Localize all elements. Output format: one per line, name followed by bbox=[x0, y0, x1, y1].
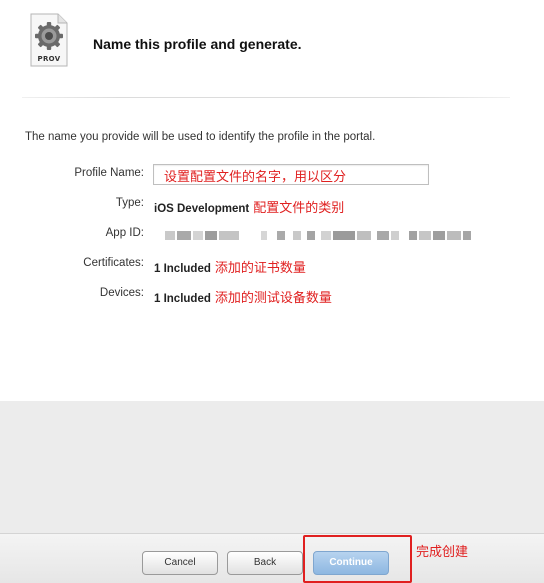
profile-generate-page: PROV Name this profile and generate. The… bbox=[0, 0, 544, 583]
cancel-button[interactable]: Cancel bbox=[142, 551, 218, 575]
devices-value-wrap: 1 Included 添加的测试设备数量 bbox=[154, 287, 332, 306]
profile-name-input[interactable]: 设置配置文件的名字，用以区分 bbox=[153, 164, 429, 185]
intro-text: The name you provide will be used to ide… bbox=[25, 131, 376, 143]
provisioning-profile-icon: PROV bbox=[30, 13, 68, 67]
header-divider bbox=[22, 97, 510, 98]
app-id-masked-value bbox=[165, 231, 475, 240]
profile-name-row: Profile Name: 设置配置文件的名字，用以区分 bbox=[0, 164, 544, 186]
app-id-row: App ID: bbox=[0, 224, 544, 246]
continue-highlight-box bbox=[303, 535, 412, 583]
type-value-wrap: iOS Development 配置文件的类别 bbox=[154, 197, 344, 216]
type-label: Type: bbox=[115, 197, 144, 209]
certificates-annotation: 添加的证书数量 bbox=[214, 261, 306, 276]
devices-label: Devices: bbox=[99, 287, 144, 299]
certificates-label: Certificates: bbox=[83, 257, 144, 269]
profile-name-input-value: 设置配置文件的名字，用以区分 bbox=[164, 170, 347, 185]
certificates-value-wrap: 1 Included 添加的证书数量 bbox=[154, 257, 306, 276]
prov-icon-label: PROV bbox=[37, 55, 61, 63]
page-header: PROV Name this profile and generate. bbox=[0, 0, 544, 98]
devices-value: 1 Included bbox=[154, 293, 211, 305]
page-title: Name this profile and generate. bbox=[93, 36, 302, 52]
continue-annotation: 完成创建 bbox=[416, 545, 469, 560]
devices-row: Devices: 1 Included 添加的测试设备数量 bbox=[0, 284, 544, 306]
type-row: Type: iOS Development 配置文件的类别 bbox=[0, 194, 544, 216]
type-annotation: 配置文件的类别 bbox=[253, 201, 345, 216]
devices-annotation: 添加的测试设备数量 bbox=[214, 291, 332, 306]
certificates-value: 1 Included bbox=[154, 263, 211, 275]
back-button[interactable]: Back bbox=[227, 551, 303, 575]
content-gray-inner bbox=[0, 401, 544, 533]
app-id-label: App ID: bbox=[105, 227, 144, 239]
certificates-row: Certificates: 1 Included 添加的证书数量 bbox=[0, 254, 544, 276]
profile-name-label: Profile Name: bbox=[74, 167, 144, 179]
type-value: iOS Development bbox=[154, 203, 250, 215]
